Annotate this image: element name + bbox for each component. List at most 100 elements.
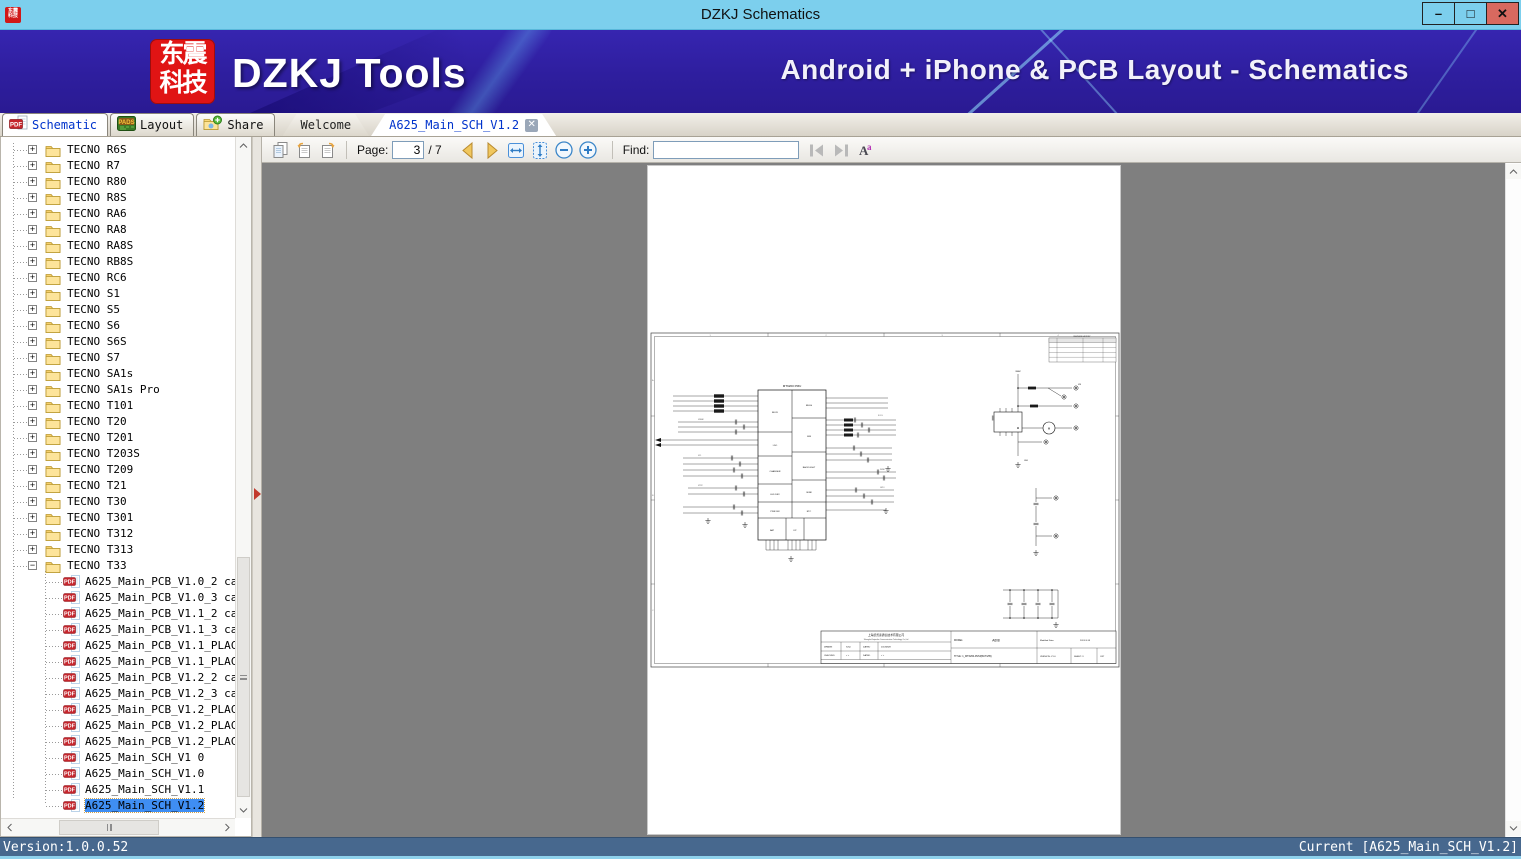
expand-icon[interactable]: + <box>28 337 37 346</box>
tree-folder[interactable]: + TECNO S6S <box>1 334 235 350</box>
tree-folder[interactable]: − TECNO T33 <box>1 558 235 574</box>
expand-icon[interactable]: + <box>28 513 37 522</box>
expand-icon[interactable]: + <box>28 321 37 330</box>
tree-file[interactable]: PDF A625_Main_PCB_V1.2_2 card <box>1 670 235 686</box>
tree-folder[interactable]: + TECNO RA8S <box>1 238 235 254</box>
zoom-out-icon[interactable] <box>552 139 576 161</box>
fit-width-icon[interactable] <box>504 139 528 161</box>
scroll-left-icon[interactable] <box>1 819 17 836</box>
tree-file[interactable]: PDF A625_Main_PCB_V1.0_2 card <box>1 574 235 590</box>
tree-file[interactable]: PDF A625_Main_SCH_V1 0 <box>1 750 235 766</box>
splitter-collapse-icon[interactable] <box>254 488 261 500</box>
expand-icon[interactable]: + <box>28 193 37 202</box>
scroll-up-icon[interactable] <box>236 137 251 153</box>
tree-file[interactable]: PDF A625_Main_PCB_V1.2_PLACEM <box>1 718 235 734</box>
document-canvas[interactable]: MT6260 PMU BUCK LDO CHARGER LED DRV PWR SW REG… <box>262 163 1521 837</box>
expand-icon[interactable]: + <box>28 305 37 314</box>
maximize-button[interactable]: □ <box>1454 2 1487 25</box>
zoom-in-icon[interactable] <box>576 139 600 161</box>
next-page-icon[interactable] <box>480 139 504 161</box>
tree-vscroll-thumb[interactable] <box>237 557 250 797</box>
tree-file[interactable]: PDF A625_Main_SCH_V1.1 <box>1 782 235 798</box>
page-number-input[interactable] <box>392 140 425 159</box>
tab-schematic[interactable]: PDF Schematic <box>2 113 109 136</box>
expand-icon[interactable]: + <box>28 225 37 234</box>
collapse-icon[interactable]: − <box>28 561 37 570</box>
tree-file[interactable]: PDF A625_Main_PCB_V1.1_2 card <box>1 606 235 622</box>
tree-folder[interactable]: + TECNO S1 <box>1 286 235 302</box>
tree-folder[interactable]: + TECNO S5 <box>1 302 235 318</box>
scroll-right-icon[interactable] <box>219 819 235 836</box>
tree-folder[interactable]: + TECNO T209 <box>1 462 235 478</box>
tree-folder[interactable]: + TECNO T30 <box>1 494 235 510</box>
tree-folder[interactable]: + TECNO R7 <box>1 158 235 174</box>
expand-icon[interactable]: + <box>28 161 37 170</box>
tree-folder[interactable]: + TECNO SA1s Pro <box>1 382 235 398</box>
expand-icon[interactable]: + <box>28 273 37 282</box>
expand-icon[interactable]: + <box>28 433 37 442</box>
expand-icon[interactable]: + <box>28 209 37 218</box>
tree-folder[interactable]: + TECNO RC6 <box>1 270 235 286</box>
tab-layout[interactable]: PADS Layout <box>110 113 195 136</box>
expand-icon[interactable]: + <box>28 481 37 490</box>
minimize-button[interactable]: – <box>1422 2 1455 25</box>
match-case-icon[interactable]: Aa <box>853 139 877 161</box>
expand-icon[interactable]: + <box>28 401 37 410</box>
previous-page-icon[interactable] <box>456 139 480 161</box>
pdf-page[interactable]: MT6260 PMU BUCK LDO CHARGER LED DRV PWR SW REG… <box>647 165 1121 835</box>
expand-icon[interactable]: + <box>28 449 37 458</box>
close-button[interactable]: ✕ <box>1486 2 1519 25</box>
tree-hscroll-thumb[interactable] <box>59 820 159 835</box>
expand-icon[interactable]: + <box>28 257 37 266</box>
tree-folder[interactable]: + TECNO T313 <box>1 542 235 558</box>
expand-icon[interactable]: + <box>28 497 37 506</box>
tree-folder[interactable]: + TECNO R8S <box>1 190 235 206</box>
copy-page-icon[interactable] <box>268 139 292 161</box>
tree-folder[interactable]: + TECNO T20 <box>1 414 235 430</box>
expand-icon[interactable]: + <box>28 465 37 474</box>
tree-folder[interactable]: + TECNO T203S <box>1 446 235 462</box>
expand-icon[interactable]: + <box>28 145 37 154</box>
tree-folder[interactable]: + TECNO SA1s <box>1 366 235 382</box>
tree-folder[interactable]: + TECNO RA8 <box>1 222 235 238</box>
tab-welcome[interactable]: Welcome <box>283 114 370 136</box>
find-input[interactable] <box>653 140 800 159</box>
tree-vertical-scrollbar[interactable] <box>235 137 251 818</box>
tree-folder[interactable]: + TECNO R6S <box>1 142 235 158</box>
tree-file[interactable]: PDF A625_Main_PCB_V1.0_3 card <box>1 590 235 606</box>
tree-folder[interactable]: + TECNO S7 <box>1 350 235 366</box>
expand-icon[interactable]: + <box>28 289 37 298</box>
tree-file[interactable]: PDF A625_Main_SCH_V1.0 <box>1 766 235 782</box>
find-previous-icon[interactable] <box>805 139 829 161</box>
fit-page-icon[interactable] <box>528 139 552 161</box>
tab-document-a625[interactable]: A625_Main_SCH_V1.2 ✕ <box>371 114 556 136</box>
expand-icon[interactable]: + <box>28 529 37 538</box>
tree-folder[interactable]: + TECNO RB8S <box>1 254 235 270</box>
tab-share[interactable]: Share <box>196 113 275 136</box>
tree-folder[interactable]: + TECNO R80 <box>1 174 235 190</box>
tree-horizontal-scrollbar[interactable] <box>1 818 235 836</box>
tree-file[interactable]: PDF A625_Main_SCH_V1.2 <box>1 798 235 814</box>
tree-folder[interactable]: + TECNO T101 <box>1 398 235 414</box>
tree-folder[interactable]: + TECNO RA6 <box>1 206 235 222</box>
expand-icon[interactable]: + <box>28 369 37 378</box>
viewer-vertical-scrollbar[interactable] <box>1505 163 1521 837</box>
tree-file[interactable]: PDF A625_Main_PCB_V1.2_3 card <box>1 686 235 702</box>
tree-folder[interactable]: + TECNO T21 <box>1 478 235 494</box>
expand-icon[interactable]: + <box>28 177 37 186</box>
expand-icon[interactable]: + <box>28 417 37 426</box>
panel-splitter[interactable] <box>252 137 262 837</box>
rotate-left-icon[interactable] <box>292 139 316 161</box>
tree-folder[interactable]: + TECNO T201 <box>1 430 235 446</box>
tree-folder[interactable]: + TECNO T301 <box>1 510 235 526</box>
expand-icon[interactable]: + <box>28 385 37 394</box>
rotate-right-icon[interactable] <box>316 139 340 161</box>
tree-file[interactable]: PDF A625_Main_PCB_V1.1_3 card <box>1 622 235 638</box>
find-next-icon[interactable] <box>829 139 853 161</box>
tree-file[interactable]: PDF A625_Main_PCB_V1.2_PLACEM <box>1 734 235 750</box>
scroll-down-icon[interactable] <box>236 802 251 818</box>
expand-icon[interactable]: + <box>28 545 37 554</box>
tree-file[interactable]: PDF A625_Main_PCB_V1.2_PLACEM <box>1 702 235 718</box>
expand-icon[interactable]: + <box>28 241 37 250</box>
tree-file[interactable]: PDF A625_Main_PCB_V1.1_PLACEM <box>1 654 235 670</box>
